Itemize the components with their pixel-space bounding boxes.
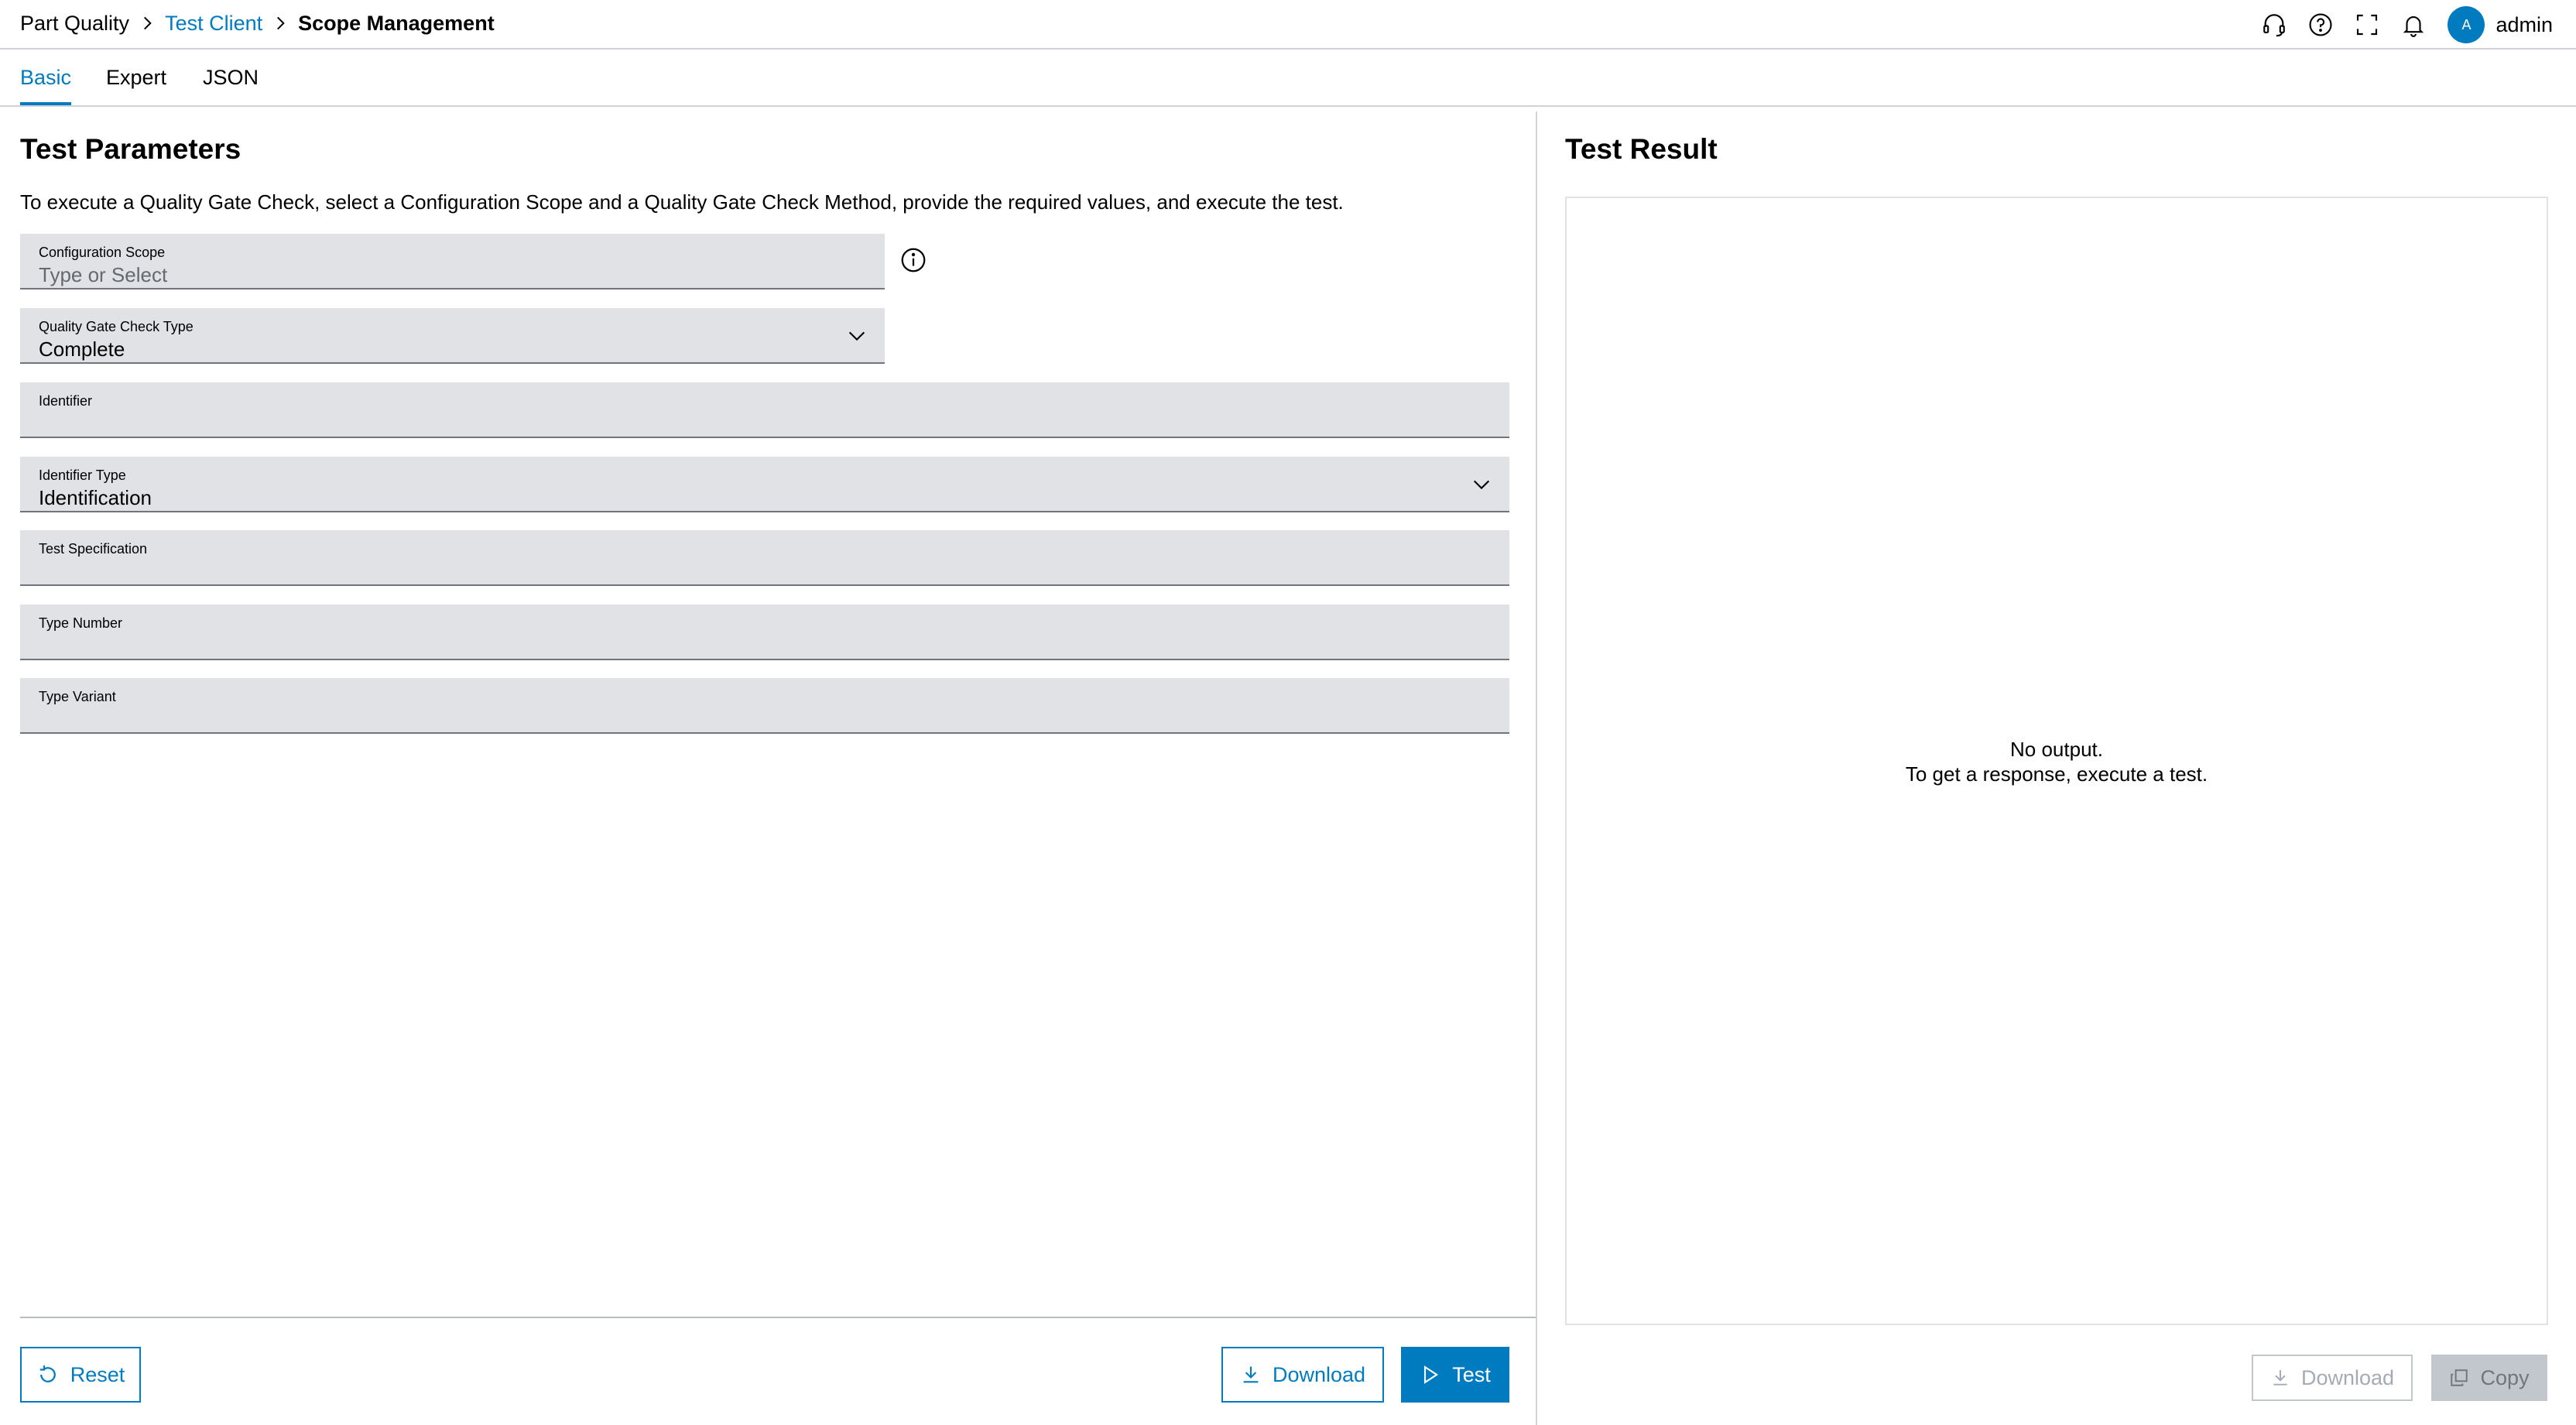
no-output-text: No output. <box>2010 738 2103 761</box>
bell-icon[interactable] <box>2392 3 2435 46</box>
copy-icon <box>2451 1369 2468 1386</box>
tab-json[interactable]: JSON <box>203 50 259 105</box>
info-icon[interactable] <box>899 246 927 274</box>
chevron-down-icon <box>848 331 865 341</box>
help-icon[interactable] <box>2299 3 2342 46</box>
type-number-field[interactable]: Type Number <box>20 605 1509 660</box>
result-download-button[interactable]: Download <box>2252 1355 2413 1401</box>
tab-basic[interactable]: Basic <box>20 50 72 105</box>
download-icon <box>2273 1370 2287 1386</box>
type-variant-field[interactable]: Type Variant <box>20 678 1509 734</box>
fullscreen-icon[interactable] <box>2345 3 2389 46</box>
avatar[interactable]: A <box>2448 6 2485 43</box>
play-icon <box>1424 1365 1439 1384</box>
configuration-scope-placeholder: Type or Select <box>39 263 168 286</box>
test-button-label: Test <box>1452 1362 1491 1386</box>
test-parameters-title: Test Parameters <box>20 133 242 165</box>
copy-button-label: Copy <box>2480 1365 2530 1389</box>
download-button-label: Download <box>1272 1362 1366 1386</box>
quality-gate-check-type-label: Quality Gate Check Type <box>39 319 194 334</box>
chevron-down-icon <box>1473 480 1490 490</box>
type-number-label: Type Number <box>39 615 123 631</box>
quality-gate-check-type-select[interactable]: Quality Gate Check Type Complete <box>20 308 885 364</box>
test-result-output: No output. To get a response, execute a … <box>1565 197 2548 1325</box>
panel-divider <box>1536 111 1537 1425</box>
identifier-type-value: Identification <box>39 486 152 509</box>
test-parameters-description: To execute a Quality Gate Check, select … <box>20 190 1344 214</box>
identifier-label: Identifier <box>39 393 93 409</box>
chevron-right-icon <box>277 16 285 30</box>
app-header: Part Quality Test Client Scope Managemen… <box>0 0 2576 50</box>
breadcrumb-item-scope-management: Scope Management <box>298 12 495 35</box>
quality-gate-check-type-value: Complete <box>39 337 125 361</box>
footer-divider <box>20 1317 1536 1318</box>
test-result-title: Test Result <box>1565 133 1718 165</box>
chevron-right-icon <box>144 16 152 30</box>
tab-bar: Basic Expert JSON <box>0 50 2576 107</box>
configuration-scope-label: Configuration Scope <box>39 245 166 260</box>
copy-button[interactable]: Copy <box>2431 1355 2547 1401</box>
reset-button[interactable]: Reset <box>20 1347 141 1403</box>
identifier-field[interactable]: Identifier <box>20 382 1509 438</box>
test-specification-label: Test Specification <box>39 541 148 557</box>
identifier-type-select[interactable]: Identifier Type Identification <box>20 457 1509 512</box>
result-download-button-label: Download <box>2300 1365 2395 1389</box>
reset-icon <box>39 1365 56 1382</box>
test-button[interactable]: Test <box>1401 1347 1509 1403</box>
download-button[interactable]: Download <box>1221 1347 1384 1403</box>
download-icon <box>1243 1366 1259 1383</box>
breadcrumb-item-part-quality[interactable]: Part Quality <box>20 11 129 36</box>
no-output-hint: To get a response, execute a test. <box>1905 762 2208 786</box>
header-actions: A admin <box>2249 3 2553 46</box>
configuration-scope-field[interactable]: Configuration Scope Type or Select <box>20 234 885 289</box>
user-name[interactable]: admin <box>2496 13 2553 37</box>
headset-icon[interactable] <box>2252 3 2296 46</box>
test-specification-field[interactable]: Test Specification <box>20 530 1509 586</box>
reset-button-label: Reset <box>70 1362 125 1386</box>
breadcrumb-item-test-client[interactable]: Test Client <box>165 11 262 36</box>
type-variant-label: Type Variant <box>39 689 116 704</box>
breadcrumb: Part Quality Test Client Scope Managemen… <box>20 11 495 36</box>
identifier-type-label: Identifier Type <box>39 468 126 483</box>
tab-expert[interactable]: Expert <box>106 50 166 105</box>
